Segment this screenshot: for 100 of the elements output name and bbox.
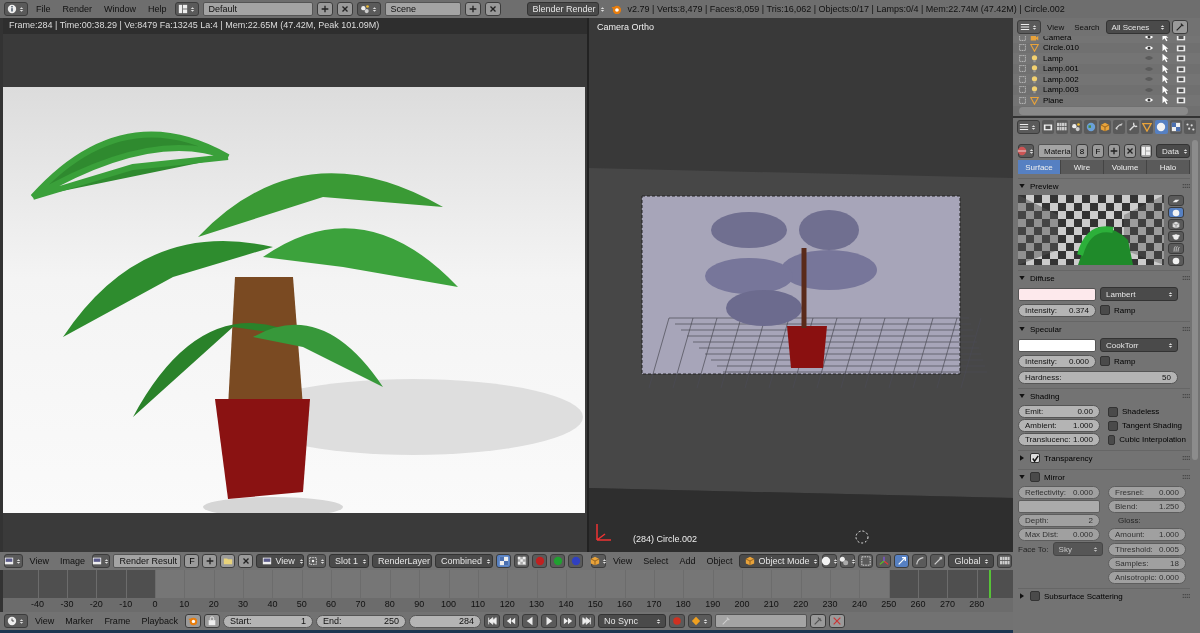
scene-statistics: v2.79 | Verts:8,479 | Faces:8,059 | Tris:16,062 | Objects:0/17 | Lamps:0/4 | Mem:22.74M (47.42M) | Circle.002 xyxy=(627,4,1065,14)
menu-item[interactable]: View xyxy=(25,556,53,566)
frame-number: 100 xyxy=(441,599,456,609)
start-frame-field[interactable]: Start: 1 xyxy=(222,614,313,628)
outliner-item[interactable]: Lamp.001 xyxy=(1043,64,1103,74)
pass-dropdown[interactable]: Combined xyxy=(435,554,493,568)
frame-number: 90 xyxy=(414,599,425,609)
intensity-field[interactable]: Intensity: 0.374 xyxy=(1018,303,1096,317)
outliner-item[interactable]: Circle.010 xyxy=(1043,43,1103,53)
checkbox-label: Cubic Interpolation xyxy=(1119,435,1186,444)
timeline-background[interactable]: -40 -30 -20 -10 0 10 20 30 40 50 60 70 80 90 100 110 120 130 140 150 160 170 180 190 200 210 220 230 240 250 260 270 280 xyxy=(0,570,1013,612)
menu-item[interactable]: Select xyxy=(639,556,673,566)
checkbox-label: Ramp xyxy=(1114,305,1136,315)
users-count[interactable]: 8 xyxy=(1076,144,1088,158)
max-distance-field[interactable]: Max Dist: 0.000 xyxy=(1018,528,1100,541)
fake-user-button[interactable]: F xyxy=(184,554,200,568)
intensity-field[interactable]: Intensity: 0.000 xyxy=(1018,354,1096,368)
frame-number: 0 xyxy=(152,599,158,609)
menu-item[interactable]: Frame xyxy=(100,616,135,626)
blend-field[interactable]: Blend: 1.250 xyxy=(1108,500,1186,513)
shading-field[interactable]: Translucenc: 1.000 xyxy=(1018,433,1100,446)
menu-item[interactable]: Object xyxy=(702,556,737,566)
material-type-tab[interactable]: Wire xyxy=(1061,160,1104,174)
scene-field[interactable]: Scene xyxy=(384,2,461,16)
mode-dropdown[interactable]: Object Mode xyxy=(739,554,820,568)
frame-number: 200 xyxy=(734,599,750,609)
link-dropdown[interactable]: Data xyxy=(1156,144,1190,158)
panel-title[interactable]: Diffuse xyxy=(1030,273,1178,283)
frame-number: 110 xyxy=(470,599,485,609)
layer-dropdown[interactable]: RenderLayer xyxy=(372,554,432,568)
sync-dropdown[interactable]: No Sync xyxy=(597,614,666,628)
panel-title[interactable]: Transparency xyxy=(1044,453,1178,463)
current-frame-field[interactable]: 284 xyxy=(408,614,481,628)
frame-number: -30 xyxy=(60,599,74,609)
panel-title[interactable]: Preview xyxy=(1030,181,1178,191)
gloss-field[interactable]: Samples: 18 xyxy=(1108,557,1186,570)
menu-item[interactable]: File xyxy=(32,4,55,14)
menu-item[interactable]: View xyxy=(609,556,637,566)
menu-item[interactable]: Window xyxy=(100,4,141,14)
frame-number: -10 xyxy=(119,599,133,609)
panel-title[interactable]: Subsurface Scattering xyxy=(1044,591,1178,601)
frame-number: 240 xyxy=(851,599,867,609)
menu-item[interactable]: View xyxy=(31,616,59,626)
panel-title[interactable]: Shading xyxy=(1030,391,1178,401)
menu-item[interactable]: Image xyxy=(55,556,89,566)
panel-title[interactable]: Specular xyxy=(1030,324,1178,334)
view-label: Camera Ortho xyxy=(597,22,655,32)
menu-item[interactable]: Help xyxy=(144,4,171,14)
material-name-field[interactable]: Materia xyxy=(1038,144,1072,158)
view-dropdown[interactable]: View xyxy=(256,554,305,568)
face-to-label: Face To: xyxy=(1018,544,1049,554)
frame-number: 180 xyxy=(675,599,691,609)
material-type-tab[interactable]: Volume xyxy=(1104,160,1147,174)
image-name-field[interactable]: Render Result xyxy=(113,554,182,568)
frame-number: 160 xyxy=(617,599,633,609)
frame-number: 190 xyxy=(705,599,721,609)
frame-number: 250 xyxy=(881,599,897,609)
shader-dropdown[interactable]: Lambert xyxy=(1100,287,1178,301)
frame-number: 20 xyxy=(208,599,219,609)
gloss-field[interactable]: Threshold: 0.005 xyxy=(1108,542,1186,556)
menu-item[interactable]: Add xyxy=(675,556,700,566)
object-info: (284) Circle.002 xyxy=(633,534,698,544)
orientation-dropdown[interactable]: Global xyxy=(948,554,995,568)
shading-field[interactable]: Emit: 0.00 xyxy=(1018,405,1100,418)
material-type-tab[interactable]: Halo xyxy=(1147,160,1190,174)
shader-dropdown[interactable]: CookTorr xyxy=(1100,338,1178,352)
fresnel-field[interactable]: Fresnel: 0.000 xyxy=(1108,486,1186,499)
slot-dropdown[interactable]: Slot 1 xyxy=(329,554,369,568)
reflectivity-field[interactable]: Reflectivity: 0.000 xyxy=(1018,486,1100,499)
menu-item[interactable]: Playback xyxy=(137,616,182,626)
menu-item[interactable]: Render xyxy=(58,4,97,14)
menu-item[interactable]: View xyxy=(1043,22,1069,32)
face-to-dropdown[interactable]: Sky xyxy=(1052,542,1103,556)
render-info: Frame:284 | Time:00:38.29 | Ve:8479 Fa:13245 La:4 | Mem:22.65M (47.42M, Peak 101.09M) xyxy=(3,18,587,34)
frame-number: 140 xyxy=(558,599,574,609)
gloss-field[interactable]: Amount: 1.000 xyxy=(1108,528,1186,541)
frame-number: 30 xyxy=(238,599,249,609)
fake-user-button[interactable]: F xyxy=(1092,144,1104,158)
outliner-item[interactable]: Lamp.003 xyxy=(1043,85,1103,95)
end-frame-field[interactable]: End: 250 xyxy=(315,614,406,628)
frame-number: 80 xyxy=(384,599,395,609)
layout-field[interactable]: Default xyxy=(202,2,313,16)
depth-field[interactable]: Depth: 2 xyxy=(1018,514,1100,527)
frame-number: 170 xyxy=(646,599,662,609)
frame-number: -40 xyxy=(31,599,45,609)
frame-number: 10 xyxy=(179,599,190,609)
frame-number: 260 xyxy=(910,599,926,609)
gloss-field[interactable]: Anisotropic: 0.000 xyxy=(1108,571,1186,584)
frame-number: 130 xyxy=(529,599,545,609)
menu-item[interactable]: Search xyxy=(1070,22,1104,32)
frame-number: 120 xyxy=(499,599,515,609)
hardness-field[interactable]: Hardness: 50 xyxy=(1018,370,1178,384)
material-type-tab[interactable]: Surface xyxy=(1018,160,1061,174)
scenes-dropdown[interactable]: All Scenes xyxy=(1105,20,1170,34)
shading-field[interactable]: Ambient: 1.000 xyxy=(1018,419,1100,432)
menu-item[interactable]: Marker xyxy=(61,616,98,626)
checkbox-label: Tangent Shading xyxy=(1122,421,1183,430)
frame-number: 40 xyxy=(267,599,278,609)
frame-number: 230 xyxy=(822,599,838,609)
panel-title[interactable]: Mirror xyxy=(1044,472,1178,482)
